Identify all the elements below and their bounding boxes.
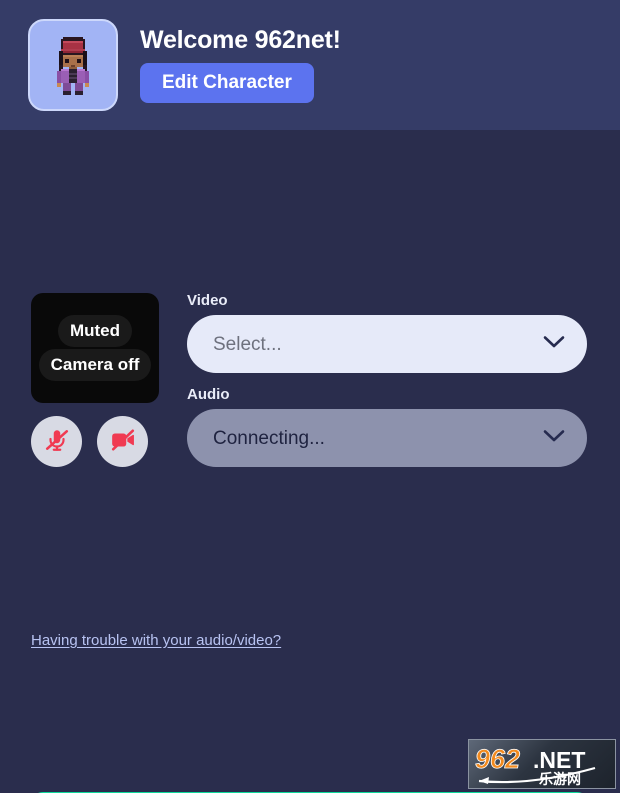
mic-off-icon	[44, 427, 70, 456]
audio-device-field: Audio Connecting...	[187, 387, 587, 467]
page-title: Welcome 962net!	[140, 25, 341, 54]
device-selects-column: Video Select... Audio Connecting...	[187, 293, 587, 467]
site-watermark: 962 .NET 乐游网	[468, 739, 616, 789]
audio-device-selected-value: Connecting...	[213, 427, 325, 449]
chevron-down-icon	[543, 335, 565, 354]
audio-device-select[interactable]: Connecting...	[187, 409, 587, 467]
mic-toggle-button[interactable]	[31, 416, 82, 467]
video-device-selected-value: Select...	[213, 333, 282, 355]
camera-off-icon	[110, 427, 136, 456]
muted-status-badge: Muted	[57, 315, 133, 347]
camera-off-status-badge: Camera off	[38, 349, 152, 381]
chevron-down-icon	[543, 429, 565, 448]
camera-preview-column: Muted Camera off	[31, 293, 159, 467]
av-troubleshoot-link[interactable]: Having trouble with your audio/video?	[31, 632, 281, 649]
camera-toggle-button[interactable]	[97, 416, 148, 467]
video-label: Video	[187, 292, 228, 309]
join-setup-main: Muted Camera off Video Select... Audio C…	[0, 130, 620, 793]
header-text-block: Welcome 962net! Edit Character	[140, 25, 341, 104]
watermark-subtitle: 乐游网	[539, 771, 581, 787]
edit-character-button[interactable]: Edit Character	[140, 63, 314, 104]
video-device-field: Video Select...	[187, 293, 587, 373]
pixel-character-avatar-icon	[47, 33, 99, 97]
video-preview: Muted Camera off	[31, 293, 159, 403]
av-toggle-buttons	[31, 416, 159, 467]
watermark-tld: .NET	[533, 747, 585, 773]
audio-label: Audio	[187, 386, 230, 403]
avatar[interactable]	[28, 19, 118, 111]
welcome-header: Welcome 962net! Edit Character	[0, 0, 620, 130]
watermark-number: 962	[475, 744, 520, 774]
video-device-select[interactable]: Select...	[187, 315, 587, 373]
av-settings-row: Muted Camera off Video Select... Audio C…	[31, 293, 587, 467]
